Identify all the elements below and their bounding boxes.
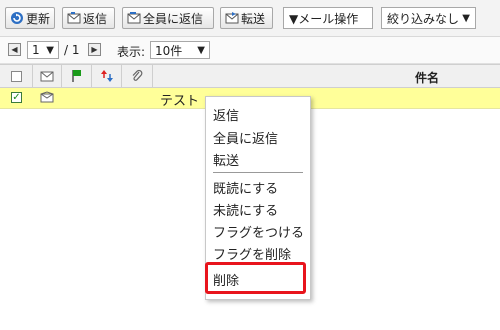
- priority-icon: [100, 70, 113, 82]
- read-status-header[interactable]: [33, 65, 62, 87]
- per-page-value: 10件: [155, 43, 183, 58]
- chevron-down-icon: ▼: [46, 44, 54, 56]
- envelope-open-icon: [40, 91, 54, 103]
- chevron-down-icon: ▼: [462, 12, 470, 24]
- mail-operations-dropdown[interactable]: ▼メール操作: [283, 7, 373, 29]
- left-arrow-icon: ◀: [11, 45, 18, 54]
- flag-icon: [71, 70, 81, 82]
- refresh-button[interactable]: 更新: [5, 7, 55, 29]
- menu-item-reply-all[interactable]: 全員に返信: [213, 128, 278, 147]
- menu-separator: [213, 172, 303, 173]
- reply-all-icon: [127, 12, 141, 24]
- flag-header[interactable]: [62, 65, 92, 87]
- pager: ◀ 1 ▼ / 1 ▶ 表示: 10件 ▼: [0, 37, 500, 64]
- page-value: 1: [32, 43, 40, 57]
- menu-item-remove-flag[interactable]: フラグを削除: [213, 244, 291, 263]
- reply-button[interactable]: 返信: [62, 7, 115, 29]
- display-label: 表示:: [117, 45, 146, 59]
- reply-all-label: 全員に返信: [143, 11, 204, 26]
- next-page-button[interactable]: ▶: [88, 43, 101, 56]
- menu-item-mark-unread[interactable]: 未読にする: [213, 200, 278, 219]
- chevron-down-icon: ▼: [197, 44, 205, 56]
- filter-label: 絞り込みなし: [387, 11, 460, 26]
- previous-page-button[interactable]: ◀: [8, 43, 21, 56]
- row-checkbox-cell: ✓: [11, 92, 22, 103]
- envelope-icon: [40, 71, 54, 82]
- select-all-checkbox[interactable]: [10, 70, 22, 82]
- attachment-icon: [132, 69, 143, 81]
- attachment-header[interactable]: [122, 65, 153, 87]
- toolbar: 更新 返信 全員に返信 転送 ▼メール操作 絞り込みなし ▼: [0, 0, 500, 37]
- forward-icon: [225, 12, 239, 24]
- subject-header[interactable]: 件名: [415, 69, 439, 86]
- priority-header[interactable]: [92, 65, 122, 87]
- refresh-label: 更新: [25, 11, 50, 26]
- reply-all-button[interactable]: 全員に返信: [122, 7, 214, 29]
- menu-item-forward[interactable]: 転送: [213, 150, 239, 169]
- row-checkbox[interactable]: ✓: [11, 92, 22, 103]
- mail-operations-label: ▼メール操作: [289, 11, 359, 26]
- menu-item-mark-read[interactable]: 既読にする: [213, 178, 278, 197]
- reply-label: 返信: [83, 11, 108, 26]
- page-select[interactable]: 1 ▼: [27, 41, 59, 59]
- forward-button[interactable]: 転送: [220, 7, 273, 29]
- row-subject[interactable]: テスト: [160, 90, 199, 109]
- refresh-icon: [10, 12, 23, 24]
- forward-label: 転送: [241, 11, 266, 26]
- per-page-select[interactable]: 10件 ▼: [150, 41, 210, 59]
- table-header: 件名: [0, 64, 500, 88]
- delete-highlight-box: [205, 262, 306, 294]
- select-all-cell: [0, 65, 33, 87]
- filter-dropdown[interactable]: 絞り込みなし ▼: [381, 7, 476, 29]
- menu-item-reply[interactable]: 返信: [213, 105, 239, 124]
- reply-icon: [67, 12, 81, 24]
- menu-item-add-flag[interactable]: フラグをつける: [213, 222, 304, 241]
- right-arrow-icon: ▶: [91, 45, 98, 54]
- page-total: / 1: [64, 43, 80, 57]
